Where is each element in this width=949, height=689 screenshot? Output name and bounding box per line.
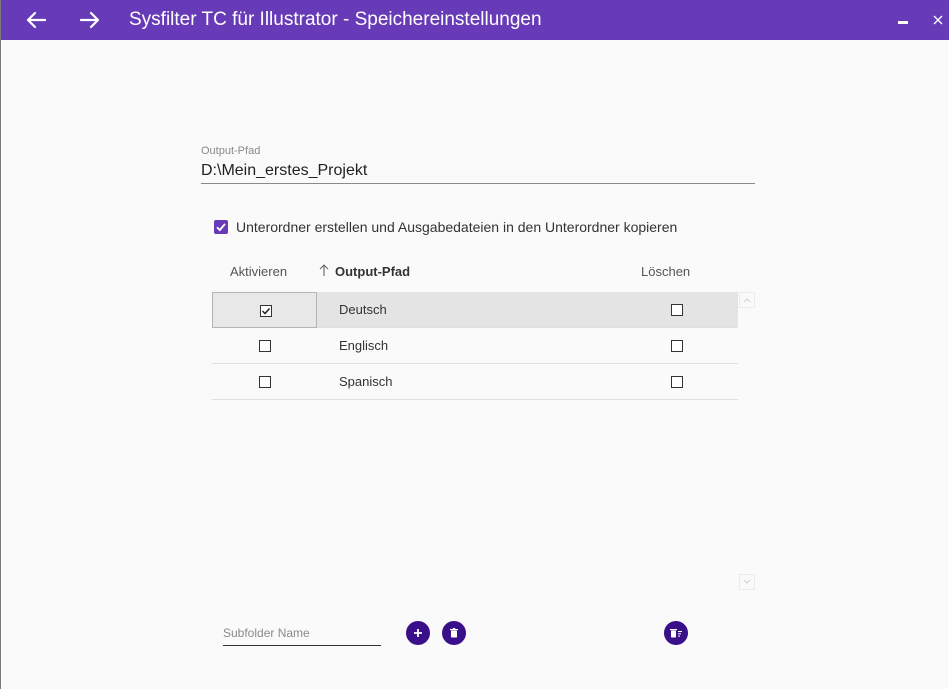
scroll-up-button[interactable] bbox=[739, 292, 755, 308]
add-subfolder-button[interactable] bbox=[406, 621, 430, 645]
title-bar: Sysfilter TC für Illustrator - Speichere… bbox=[1, 0, 949, 40]
delete-sweep-icon bbox=[670, 629, 682, 638]
output-path-field[interactable]: D:\Mein_erstes_Projekt bbox=[201, 160, 755, 184]
close-icon bbox=[933, 15, 943, 25]
chevron-up-icon bbox=[743, 298, 751, 303]
subfolder-name-input[interactable] bbox=[223, 622, 381, 644]
output-path-label: Output-Pfad bbox=[201, 145, 261, 157]
forward-button[interactable] bbox=[73, 0, 107, 40]
minimize-icon bbox=[897, 14, 909, 26]
plus-icon bbox=[414, 629, 422, 637]
checkmark-icon bbox=[261, 307, 271, 315]
activate-cell[interactable] bbox=[212, 292, 317, 328]
create-subfolder-checkbox[interactable] bbox=[214, 220, 228, 234]
close-button[interactable] bbox=[929, 0, 947, 40]
chevron-down-icon bbox=[743, 579, 751, 584]
delete-checkbox[interactable] bbox=[671, 376, 683, 388]
row-output-path: Deutsch bbox=[339, 302, 387, 317]
delete-checkbox[interactable] bbox=[671, 340, 683, 352]
arrow-left-icon bbox=[26, 11, 46, 29]
delete-selected-button[interactable] bbox=[664, 621, 688, 645]
table-row[interactable]: Deutsch bbox=[212, 292, 738, 328]
arrow-right-icon bbox=[80, 11, 100, 29]
delete-checkbox[interactable] bbox=[671, 304, 683, 316]
scroll-down-button[interactable] bbox=[739, 574, 755, 590]
activate-checkbox[interactable] bbox=[259, 340, 271, 352]
table-row[interactable]: Spanisch bbox=[212, 364, 738, 400]
checkmark-icon bbox=[216, 223, 226, 232]
column-header-output-path[interactable]: Output-Pfad bbox=[335, 264, 410, 279]
window-title: Sysfilter TC für Illustrator - Speichere… bbox=[129, 9, 542, 30]
trash-icon bbox=[450, 628, 458, 638]
activate-checkbox[interactable] bbox=[260, 305, 272, 317]
table-row[interactable]: Englisch bbox=[212, 328, 738, 364]
sort-ascending-icon bbox=[318, 263, 330, 280]
activate-checkbox[interactable] bbox=[259, 376, 271, 388]
activate-cell[interactable] bbox=[212, 328, 317, 364]
column-header-activate[interactable]: Aktivieren bbox=[230, 264, 287, 279]
delete-subfolder-button[interactable] bbox=[442, 621, 466, 645]
row-output-path: Spanisch bbox=[339, 374, 393, 389]
app-window: Sysfilter TC für Illustrator - Speichere… bbox=[0, 0, 949, 689]
column-header-delete[interactable]: Löschen bbox=[641, 264, 690, 279]
back-button[interactable] bbox=[19, 0, 53, 40]
create-subfolder-label: Unterordner erstellen und Ausgabedateien… bbox=[236, 219, 678, 235]
minimize-button[interactable] bbox=[891, 0, 915, 40]
subfolder-name-field[interactable] bbox=[223, 622, 381, 646]
row-output-path: Englisch bbox=[339, 338, 389, 353]
activate-cell[interactable] bbox=[212, 364, 317, 400]
